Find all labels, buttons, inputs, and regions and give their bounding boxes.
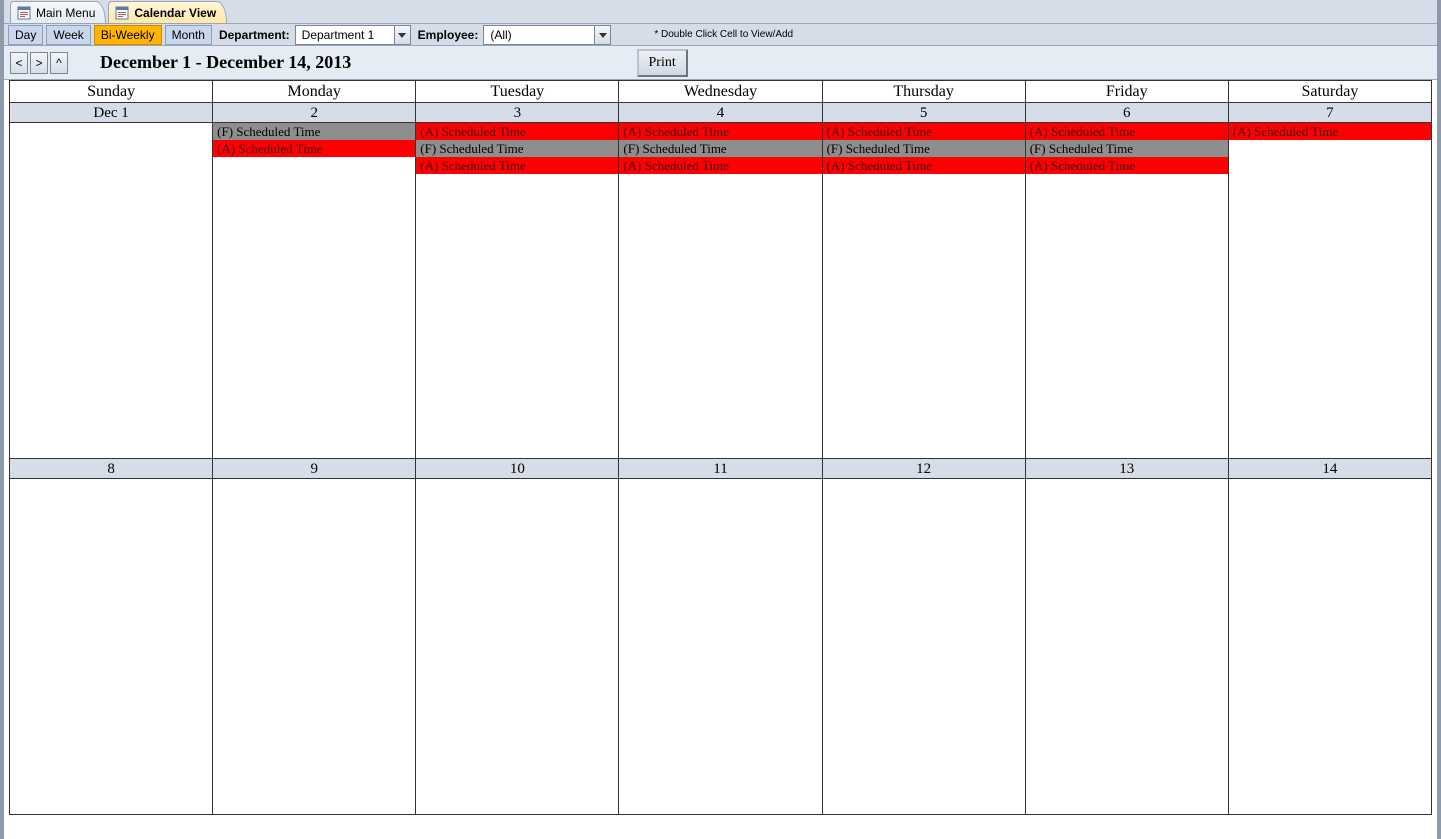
tab-label: Calendar View [134,6,216,20]
app-frame: Main Menu Calendar View Day Week Bi-Week… [0,0,1441,839]
date-number: 7 [1229,103,1431,123]
employee-label: Employee: [418,28,479,42]
up-button[interactable]: ^ [50,52,68,74]
calendar-cell[interactable]: 12 [822,459,1025,815]
calendar-event[interactable]: (A) Scheduled Time [416,157,618,174]
calendar-event[interactable]: (F) Scheduled Time [416,140,618,157]
view-week-button[interactable]: Week [46,25,90,45]
date-number: 12 [823,459,1025,479]
form-icon [115,6,129,20]
nav-bar: < > ^ December 1 - December 14, 2013 Pri… [4,46,1437,80]
calendar-cell[interactable]: 11 [619,459,822,815]
cell-body: (A) Scheduled Time(F) Scheduled Time(A) … [823,123,1025,458]
cell-body: (A) Scheduled Time [1229,123,1431,458]
date-number: 9 [213,459,415,479]
date-number: 13 [1026,459,1228,479]
calendar-cell[interactable]: 5 (A) Scheduled Time(F) Scheduled Time(A… [822,103,1025,459]
calendar-event[interactable]: (A) Scheduled Time [213,140,415,157]
department-value: Department 1 [296,26,394,44]
cell-body [823,479,1025,814]
tab-main-menu[interactable]: Main Menu [10,1,106,23]
chevron-down-icon [594,26,610,44]
calendar-cell[interactable]: 6 (A) Scheduled Time(F) Scheduled Time(A… [1025,103,1228,459]
employee-combo[interactable]: (All) [483,25,611,45]
day-header: Friday [1025,81,1228,103]
cell-body [416,479,618,814]
day-header: Saturday [1228,81,1431,103]
calendar-event[interactable]: (A) Scheduled Time [1026,157,1228,174]
cell-body [1026,479,1228,814]
date-range-title: December 1 - December 14, 2013 [100,52,351,73]
calendar-cell[interactable]: 4 (A) Scheduled Time(F) Scheduled Time(A… [619,103,822,459]
cell-body [619,479,821,814]
department-combo[interactable]: Department 1 [295,25,411,45]
day-header: Monday [213,81,416,103]
tab-label: Main Menu [36,6,95,20]
view-month-button[interactable]: Month [165,25,212,45]
calendar-cell[interactable]: 13 [1025,459,1228,815]
day-header: Sunday [10,81,213,103]
date-number: 6 [1026,103,1228,123]
cell-body [10,479,212,814]
cell-body: (A) Scheduled Time(F) Scheduled Time(A) … [416,123,618,458]
department-label: Department: [219,28,290,42]
calendar-event[interactable]: (F) Scheduled Time [619,140,821,157]
calendar-event[interactable]: (F) Scheduled Time [213,123,415,140]
tab-calendar-view[interactable]: Calendar View [108,1,227,23]
date-number: 10 [416,459,618,479]
cell-body: (A) Scheduled Time(F) Scheduled Time(A) … [619,123,821,458]
calendar-cell[interactable]: Dec 1 [10,103,213,459]
calendar-cell[interactable]: 8 [10,459,213,815]
calendar-event[interactable]: (A) Scheduled Time [1026,123,1228,140]
tab-strip: Main Menu Calendar View [4,0,1437,24]
date-number: 2 [213,103,415,123]
prev-button[interactable]: < [10,52,28,74]
view-toolbar: Day Week Bi-Weekly Month Department: Dep… [4,24,1437,46]
cell-body [1229,479,1431,814]
date-number: 8 [10,459,212,479]
date-number: 11 [619,459,821,479]
next-button[interactable]: > [30,52,48,74]
calendar-event[interactable]: (A) Scheduled Time [1229,123,1431,140]
calendar-grid: Sunday Monday Tuesday Wednesday Thursday… [9,80,1432,815]
calendar-event[interactable]: (F) Scheduled Time [1026,140,1228,157]
calendar-cell[interactable]: 10 [416,459,619,815]
hint-text: * Double Click Cell to View/Add [654,29,793,40]
chevron-down-icon [394,26,410,44]
view-day-button[interactable]: Day [8,25,43,45]
day-header: Thursday [822,81,1025,103]
date-number: 4 [619,103,821,123]
day-header: Wednesday [619,81,822,103]
calendar-cell[interactable]: 9 [213,459,416,815]
calendar-cell[interactable]: 3 (A) Scheduled Time(F) Scheduled Time(A… [416,103,619,459]
print-button[interactable]: Print [637,49,688,77]
calendar-cell[interactable]: 2 (F) Scheduled Time(A) Scheduled Time [213,103,416,459]
date-number: Dec 1 [10,103,212,123]
date-number: 5 [823,103,1025,123]
calendar-event[interactable]: (A) Scheduled Time [619,157,821,174]
form-icon [17,6,31,20]
calendar-event[interactable]: (F) Scheduled Time [823,140,1025,157]
calendar-event[interactable]: (A) Scheduled Time [416,123,618,140]
view-biweekly-button[interactable]: Bi-Weekly [94,25,162,45]
calendar-event[interactable]: (A) Scheduled Time [619,123,821,140]
cell-body: (A) Scheduled Time(F) Scheduled Time(A) … [1026,123,1228,458]
cell-body: (F) Scheduled Time(A) Scheduled Time [213,123,415,458]
calendar-cell[interactable]: 7 (A) Scheduled Time [1228,103,1431,459]
employee-value: (All) [484,26,594,44]
date-number: 14 [1229,459,1431,479]
calendar-cell[interactable]: 14 [1228,459,1431,815]
date-number: 3 [416,103,618,123]
calendar-event[interactable]: (A) Scheduled Time [823,123,1025,140]
cell-body [213,479,415,814]
cell-body [10,123,212,458]
calendar-event[interactable]: (A) Scheduled Time [823,157,1025,174]
day-header: Tuesday [416,81,619,103]
